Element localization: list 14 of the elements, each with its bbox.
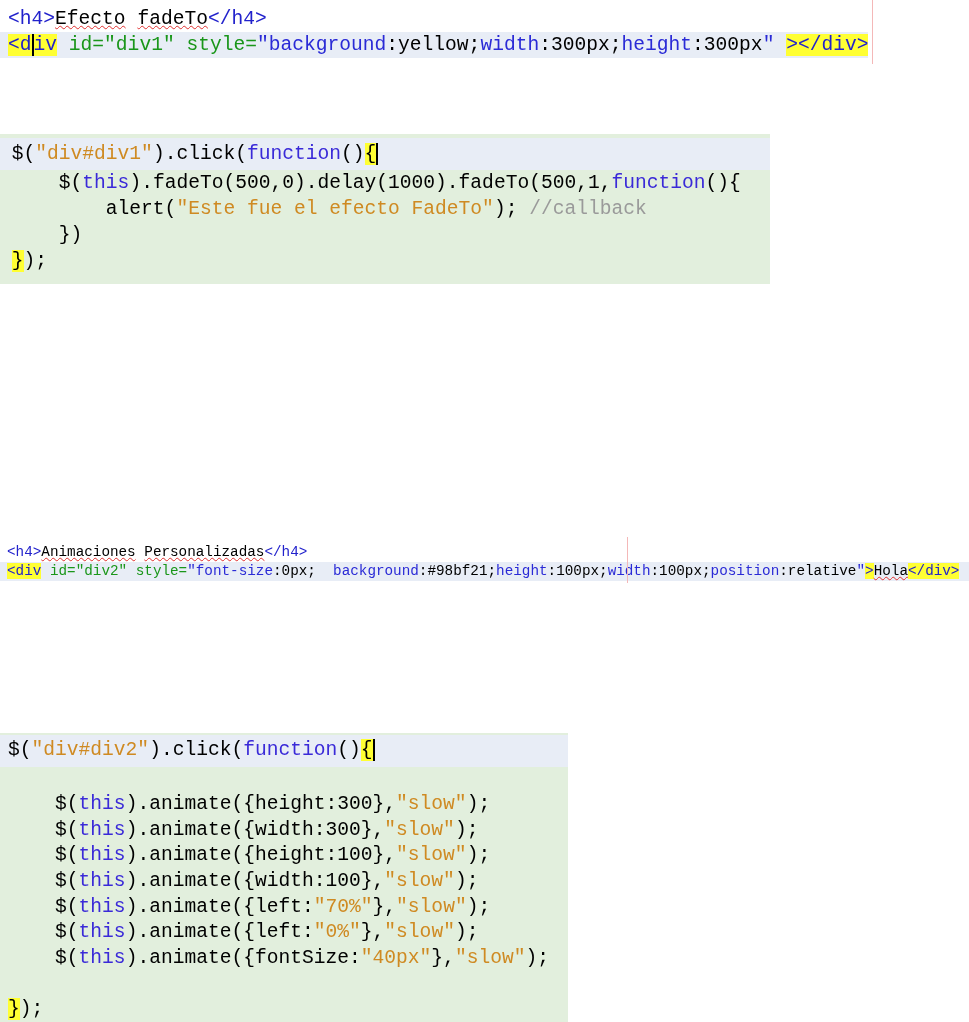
code-line: <h4>Animaciones Personalizadas</h4> — [6, 543, 309, 562]
code-line: $(this).animate({left:"0%"},"slow"); — [54, 920, 480, 946]
code-line: <h4>Efecto fadeTo</h4> — [7, 7, 268, 32]
code-line: }); — [7, 996, 45, 1022]
code-line: $(this).animate({width:100},"slow"); — [54, 868, 480, 894]
code-line: $(this).animate({fontSize:"40px"},"slow"); — [54, 945, 550, 971]
code-line: }) — [57, 223, 84, 248]
code-line: $(this).fadeTo(500,0).delay(1000).fadeTo(500,1,function(){ — [57, 171, 742, 196]
code-line: $(this).animate({left:"70%"},"slow"); — [54, 894, 492, 920]
code-line: alert("Este fue el efecto FadeTo"); //callback — [104, 197, 648, 222]
code-line: $(this).animate({width:300},"slow"); — [54, 817, 480, 843]
code-line: $(this).animate({height:300},"slow"); — [54, 792, 492, 818]
code-line: }); — [10, 249, 49, 274]
code-line: $(this).animate({height:100},"slow"); — [54, 843, 492, 869]
